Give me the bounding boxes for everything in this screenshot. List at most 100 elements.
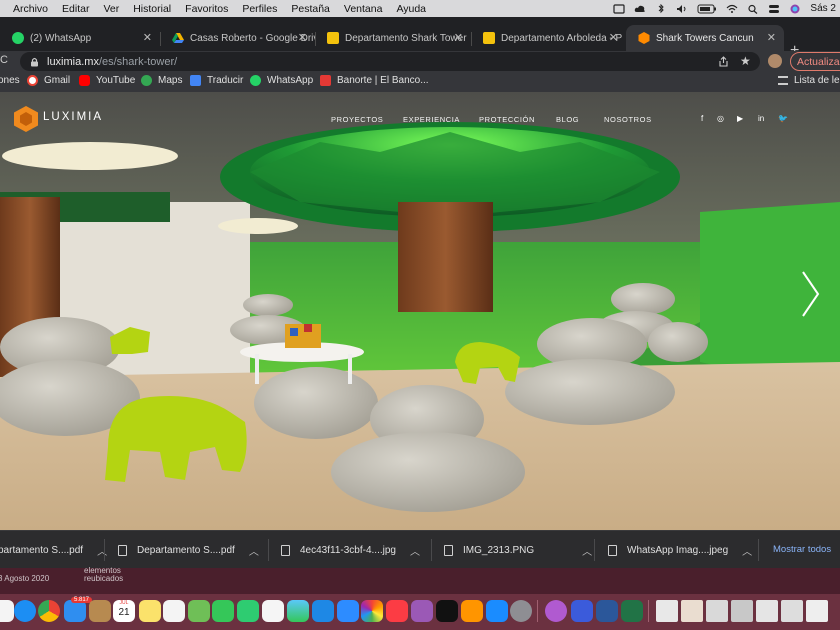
control-center-icon[interactable] <box>768 4 780 14</box>
safari-icon[interactable] <box>14 600 36 622</box>
excel-icon[interactable] <box>621 600 643 622</box>
system-preferences-icon[interactable] <box>510 600 532 622</box>
youtube-icon[interactable]: ▶ <box>737 114 743 123</box>
menu-favoritos[interactable]: Favoritos <box>178 3 235 15</box>
download-item[interactable]: 4ec43f11-3cbf-4....jpg ︿ <box>281 531 420 569</box>
tab-whatsapp[interactable]: (2) WhatsApp ✕ <box>0 25 160 51</box>
chevron-up-icon[interactable]: ︿ <box>249 543 259 558</box>
document-thumbnail[interactable] <box>656 600 678 622</box>
document-thumbnail[interactable] <box>681 600 703 622</box>
photos-icon[interactable] <box>361 600 383 622</box>
chrome-icon[interactable] <box>38 600 60 622</box>
update-button[interactable]: Actualizar <box>790 52 840 71</box>
screen-record-icon[interactable] <box>613 3 626 14</box>
mail-icon[interactable]: 5.817 <box>64 597 92 622</box>
tab-casas-roberto[interactable]: Casas Roberto - Google Drive ✕ <box>160 25 315 51</box>
menu-perfiles[interactable]: Perfiles <box>235 3 284 15</box>
volume-icon[interactable] <box>676 4 688 14</box>
nav-proteccion[interactable]: PROTECCIÓN <box>479 115 535 124</box>
contacts-icon[interactable] <box>89 600 111 622</box>
download-item[interactable]: IMG_2313.PNG ︿ <box>444 531 592 569</box>
reading-list[interactable]: Lista de lec <box>778 75 840 86</box>
nav-proyectos[interactable]: PROYECTOS <box>331 115 383 124</box>
desktop-item-label[interactable]: 3 Agosto 2020 <box>0 574 49 583</box>
share-icon[interactable] <box>718 56 729 67</box>
siri-icon[interactable] <box>789 4 801 14</box>
luximia-logo-icon[interactable] <box>14 106 38 132</box>
bookmark-star-icon[interactable]: ★ <box>740 54 751 68</box>
wifi-icon[interactable] <box>726 4 738 14</box>
podcasts-icon[interactable] <box>411 600 433 622</box>
close-icon[interactable]: ✕ <box>609 31 618 44</box>
bookmark-maps[interactable]: Maps <box>141 75 182 86</box>
app-store-icon[interactable] <box>486 600 508 622</box>
chevron-up-icon[interactable]: ︿ <box>410 543 420 558</box>
download-item[interactable]: WhatsApp Imag....jpeg ︿ <box>608 531 752 569</box>
close-icon[interactable]: ✕ <box>298 31 307 44</box>
apple-tv-icon[interactable] <box>436 600 458 622</box>
music-icon[interactable] <box>386 600 408 622</box>
bookmark-banorte[interactable]: Banorte | El Banco... <box>320 75 429 86</box>
lock-icon[interactable] <box>30 57 39 67</box>
download-item[interactable]: partamento S....pdf ︿ <box>0 531 107 569</box>
menu-archivo[interactable]: Archivo <box>6 3 55 15</box>
close-icon[interactable]: ✕ <box>454 31 463 44</box>
calendar-icon[interactable]: JUL 21 <box>113 600 135 622</box>
profile-avatar[interactable] <box>768 54 782 68</box>
word-icon[interactable] <box>596 600 618 622</box>
photo-booth-icon[interactable] <box>262 600 284 622</box>
menu-historial[interactable]: Historial <box>126 3 178 15</box>
bookmark-whatsapp[interactable]: WhatsApp <box>250 75 313 86</box>
books-icon[interactable] <box>461 600 483 622</box>
numbers-icon[interactable] <box>287 600 309 622</box>
finder-icon[interactable] <box>0 600 14 622</box>
nav-experiencia[interactable]: EXPERIENCIA <box>403 115 460 124</box>
bookmark-youtube[interactable]: YouTube <box>79 75 135 86</box>
keynote-icon[interactable] <box>312 600 334 622</box>
app-icon[interactable] <box>545 600 567 622</box>
brand-name[interactable]: LUXIMIA <box>43 111 103 123</box>
zoom-icon[interactable] <box>337 600 359 622</box>
close-icon[interactable]: ✕ <box>767 31 776 44</box>
tab-shark-towers[interactable]: Shark Towers Cancun ✕ <box>626 25 784 51</box>
notes-icon[interactable] <box>139 600 161 622</box>
messages-icon[interactable] <box>212 600 234 622</box>
close-icon[interactable]: ✕ <box>143 31 152 44</box>
show-all-downloads-link[interactable]: Mostrar todos <box>773 544 831 555</box>
menu-ver[interactable]: Ver <box>96 3 126 15</box>
reminders-icon[interactable] <box>163 600 185 622</box>
facebook-icon[interactable]: f <box>701 114 703 123</box>
chevron-up-icon[interactable]: ︿ <box>582 543 592 558</box>
desktop-item-label[interactable]: reubicados <box>84 574 123 583</box>
menu-editar[interactable]: Editar <box>55 3 96 15</box>
app-icon[interactable] <box>571 600 593 622</box>
document-thumbnail[interactable] <box>756 600 778 622</box>
address-bar[interactable]: luximia.mx/es/shark-tower/ ★ <box>20 52 760 71</box>
nav-blog[interactable]: BLOG <box>556 115 579 124</box>
document-thumbnail[interactable] <box>781 600 803 622</box>
bookmark-gmail[interactable]: Gmail <box>27 75 70 86</box>
document-thumbnail[interactable] <box>731 600 753 622</box>
bluetooth-icon[interactable] <box>655 3 667 14</box>
menu-ayuda[interactable]: Ayuda <box>389 3 433 15</box>
tab-departamento-shark[interactable]: Departamento Shark Tower ✕ <box>315 25 471 51</box>
tab-departamento-arboleda[interactable]: Departamento Arboleda - P ✕ <box>471 25 626 51</box>
document-thumbnail[interactable] <box>806 600 828 622</box>
chevron-up-icon[interactable]: ︿ <box>97 543 107 558</box>
cloud-icon[interactable] <box>634 4 646 14</box>
chevron-up-icon[interactable]: ︿ <box>742 543 752 558</box>
maps-icon[interactable] <box>188 600 210 622</box>
clock[interactable]: Sás 2 <box>810 3 836 14</box>
facetime-icon[interactable] <box>237 600 259 622</box>
document-thumbnail[interactable] <box>706 600 728 622</box>
instagram-icon[interactable]: ◎ <box>717 114 724 123</box>
twitter-icon[interactable]: 🐦 <box>778 114 788 123</box>
download-item[interactable]: Departamento S....pdf ︿ <box>118 531 259 569</box>
search-icon[interactable] <box>747 4 759 14</box>
reload-icon[interactable]: C <box>0 54 8 66</box>
bookmark-apps[interactable]: ones <box>0 75 20 86</box>
bookmark-traducir[interactable]: Traducir <box>190 75 243 86</box>
battery-icon[interactable] <box>697 4 717 14</box>
nav-nosotros[interactable]: NOSOTROS <box>604 115 652 124</box>
linkedin-icon[interactable]: in <box>758 114 764 123</box>
